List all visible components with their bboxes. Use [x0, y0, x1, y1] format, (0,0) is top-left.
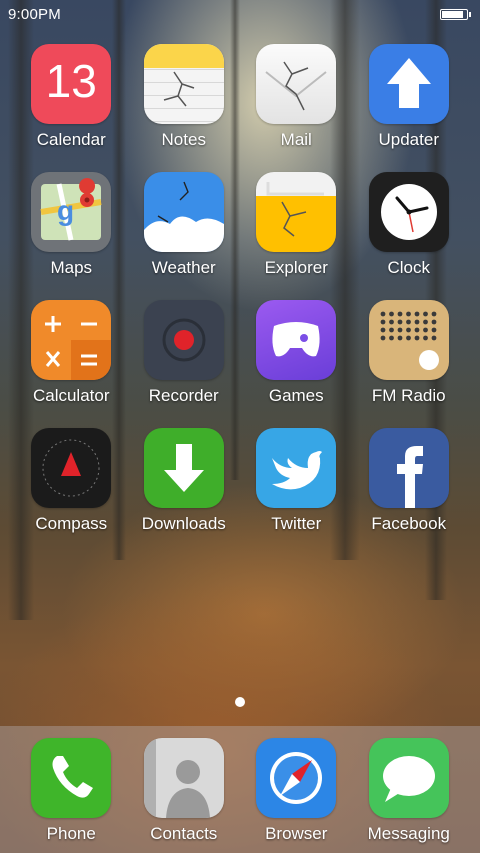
- app-label: Twitter: [271, 514, 322, 533]
- notes-icon: [143, 44, 224, 124]
- app-label: Clock: [387, 258, 430, 277]
- clock-icon: [368, 172, 449, 252]
- app-updater[interactable]: Updater: [353, 44, 466, 150]
- maps-icon: g: [31, 172, 112, 252]
- app-label: Explorer: [264, 258, 328, 277]
- compass-icon: [31, 428, 112, 508]
- twitter-icon: [256, 428, 337, 508]
- calendar-date: 13: [45, 55, 97, 107]
- battery-icon: [440, 8, 471, 20]
- app-label: Contacts: [150, 824, 218, 843]
- radio-icon: [368, 300, 449, 380]
- app-games[interactable]: Games: [240, 300, 353, 406]
- app-fm-radio[interactable]: FM Radio: [353, 300, 466, 406]
- app-label: Mail: [280, 130, 312, 149]
- app-label: Messaging: [367, 824, 450, 843]
- app-clock[interactable]: Clock: [353, 172, 466, 278]
- app-facebook[interactable]: Facebook: [353, 428, 466, 534]
- svg-text:g: g: [57, 195, 74, 226]
- app-downloads[interactable]: Downloads: [128, 428, 241, 534]
- app-weather[interactable]: Weather: [128, 172, 241, 278]
- games-icon: [256, 300, 337, 380]
- page-indicator-dot[interactable]: [235, 697, 245, 707]
- downloads-icon: [143, 428, 224, 508]
- explorer-icon: [256, 172, 337, 252]
- app-label: Phone: [46, 824, 96, 843]
- app-label: Facebook: [371, 514, 447, 533]
- dock-messaging[interactable]: Messaging: [353, 738, 466, 844]
- app-label: Games: [268, 386, 324, 405]
- app-label: Weather: [151, 258, 216, 277]
- app-recorder[interactable]: Recorder: [128, 300, 241, 406]
- app-maps[interactable]: g Maps: [15, 172, 128, 278]
- mail-icon: [256, 44, 337, 124]
- app-calculator[interactable]: Calculator: [15, 300, 128, 406]
- app-label: FM Radio: [371, 386, 446, 405]
- dock-phone[interactable]: Phone: [15, 738, 128, 844]
- recorder-icon: [143, 300, 224, 380]
- updater-icon: [368, 44, 449, 124]
- facebook-icon: [368, 428, 449, 508]
- status-time: 9:00PM: [8, 5, 61, 23]
- app-label: Browser: [265, 824, 328, 843]
- app-label: Recorder: [148, 386, 219, 405]
- dock-contacts[interactable]: Contacts: [128, 738, 241, 844]
- app-mail[interactable]: Mail: [240, 44, 353, 150]
- phone-icon: [31, 738, 112, 818]
- calculator-icon: [31, 300, 112, 380]
- app-label: Downloads: [141, 514, 226, 533]
- app-notes[interactable]: Notes: [128, 44, 241, 150]
- browser-icon: [256, 738, 337, 818]
- app-explorer[interactable]: Explorer: [240, 172, 353, 278]
- messaging-icon: [368, 738, 449, 818]
- app-calendar[interactable]: 13 Calendar: [15, 44, 128, 150]
- contacts-icon: [143, 738, 224, 818]
- dock-browser[interactable]: Browser: [240, 738, 353, 844]
- app-grid: 13 Calendar Notes Mail Updater g Maps We…: [15, 44, 465, 534]
- app-label: Notes: [161, 130, 206, 149]
- dock: Phone Contacts Browser Messaging: [0, 726, 480, 853]
- app-label: Updater: [378, 130, 439, 149]
- app-label: Calculator: [32, 386, 110, 405]
- app-twitter[interactable]: Twitter: [240, 428, 353, 534]
- status-bar: 9:00PM: [0, 0, 480, 28]
- app-compass[interactable]: Compass: [15, 428, 128, 534]
- app-label: Maps: [50, 258, 93, 277]
- weather-icon: [143, 172, 224, 252]
- app-label: Calendar: [36, 130, 106, 149]
- calendar-icon: 13: [31, 44, 112, 124]
- app-label: Compass: [35, 514, 108, 533]
